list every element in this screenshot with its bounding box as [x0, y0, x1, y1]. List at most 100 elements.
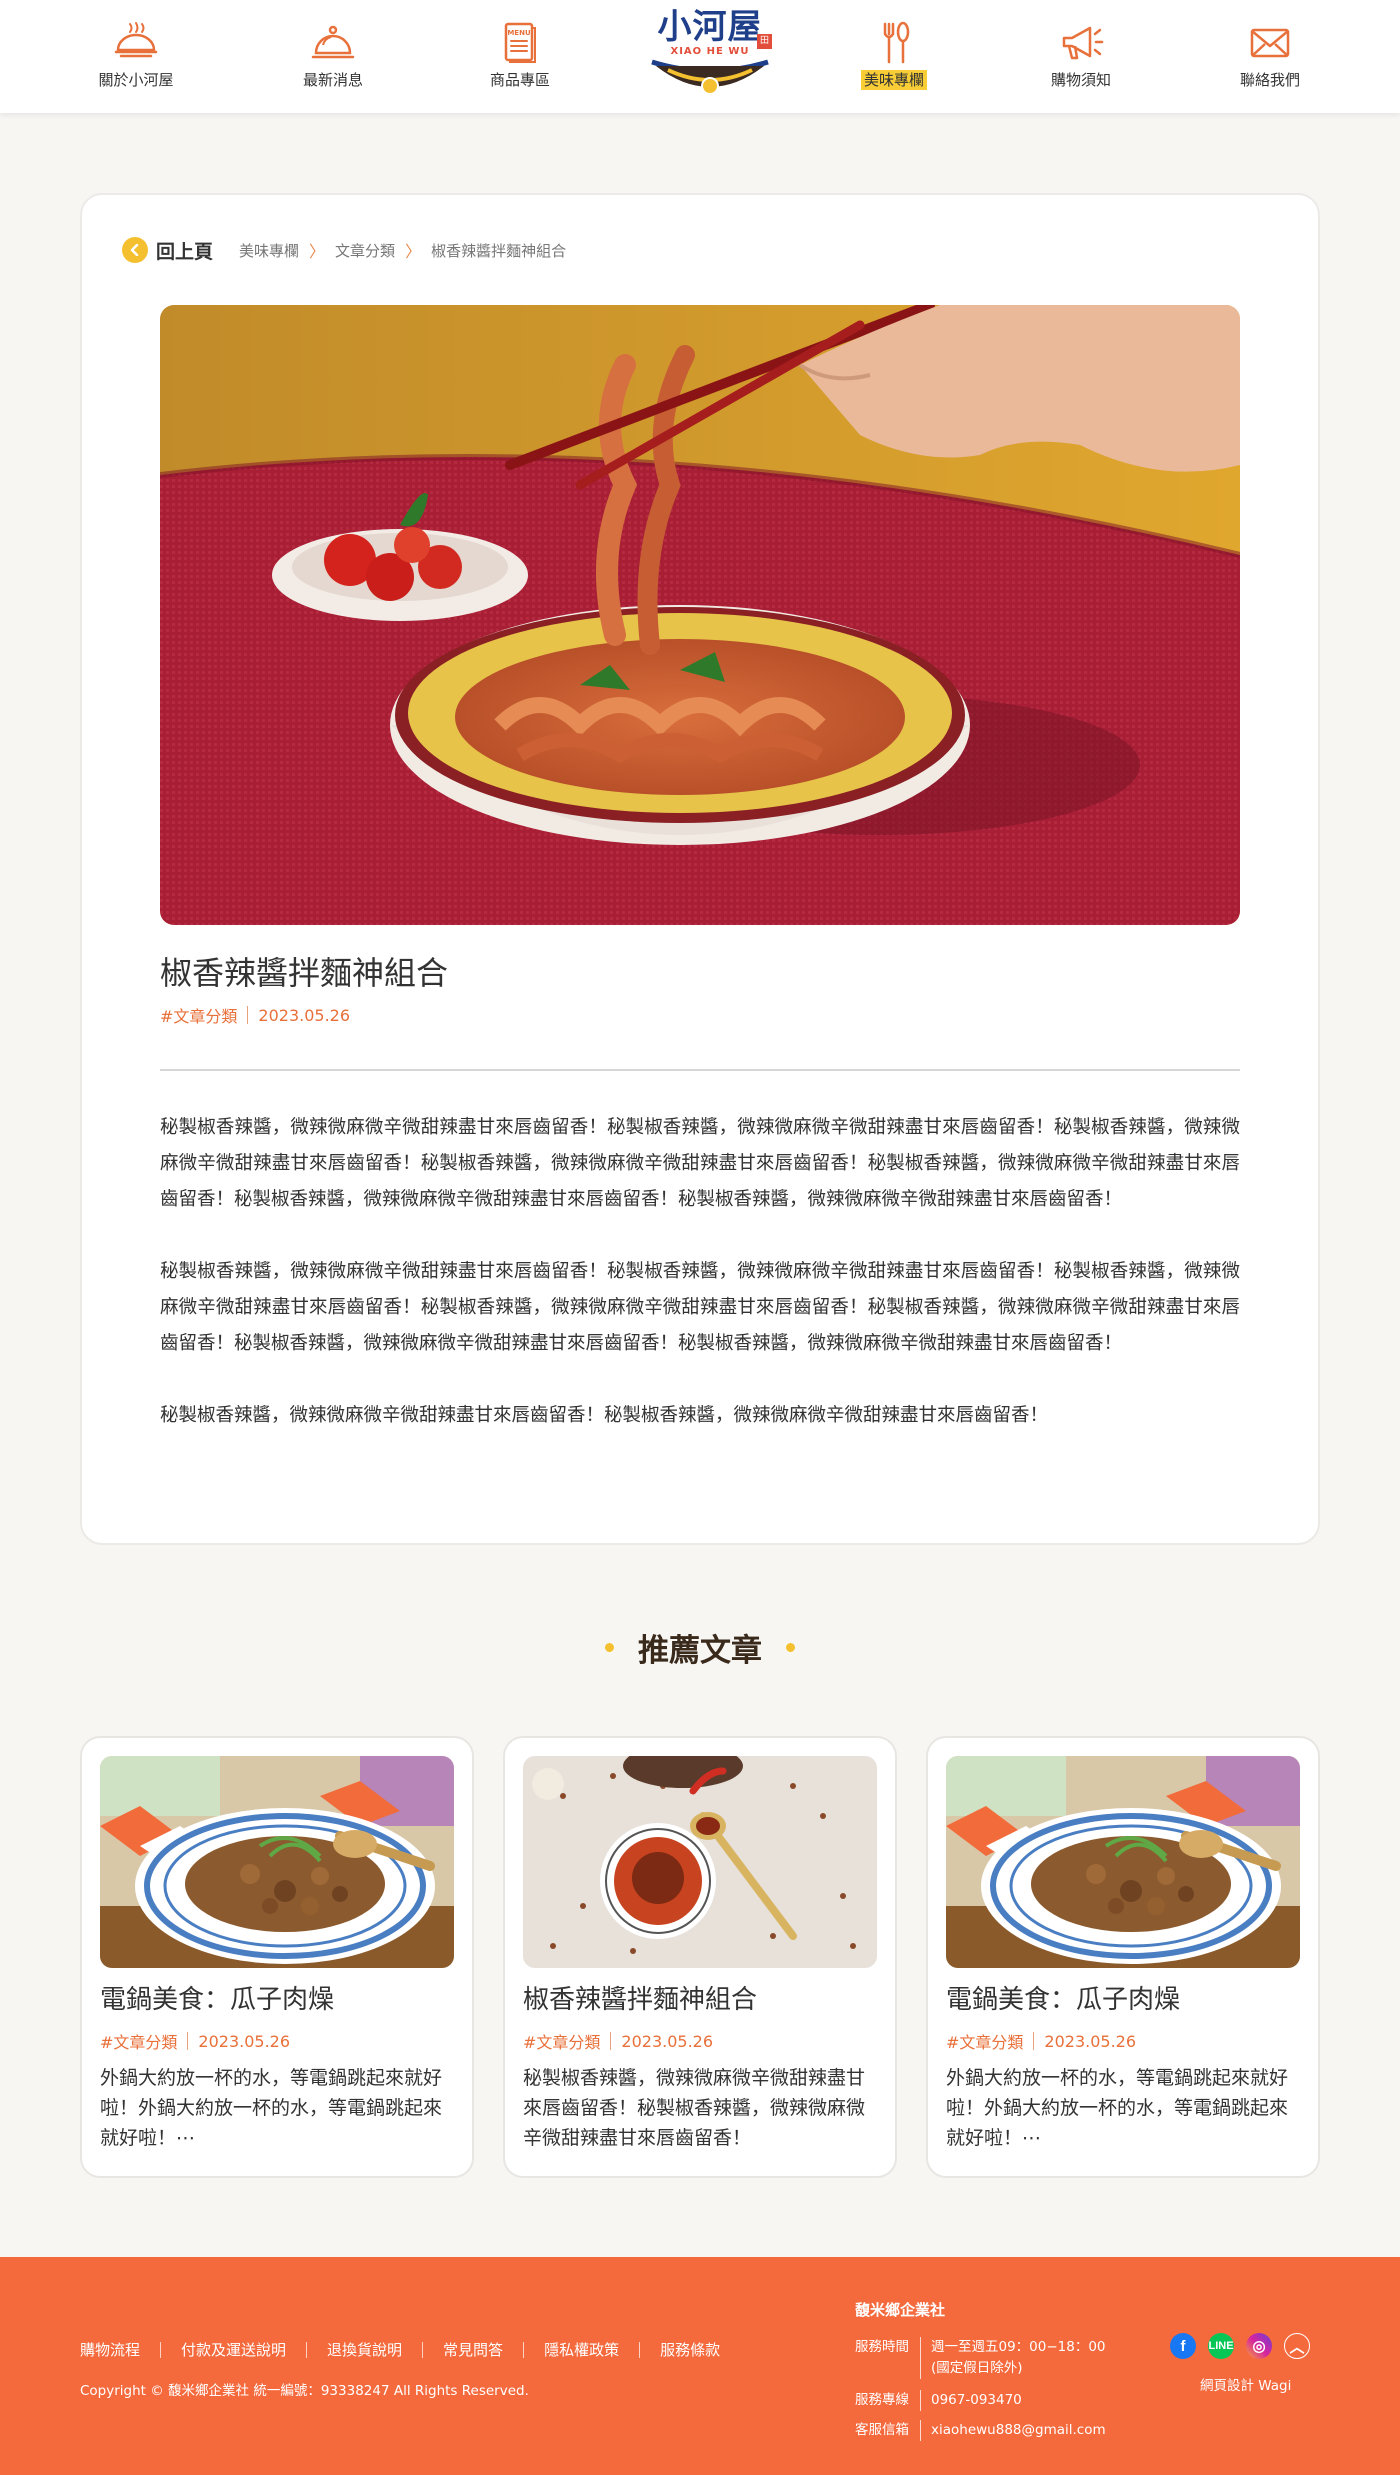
nav-label-contact: 聯絡我們 [1239, 71, 1300, 89]
recommended-card-title: 電鍋美食：瓜子肉燥 [100, 1985, 335, 2015]
article-meta: #文章分類 2023.05.26 [160, 1003, 350, 1027]
nav-label-columns: 美味專欄 [860, 70, 927, 90]
site-logo[interactable]: 小河屋 田 XIAO HE WU [645, 8, 775, 100]
nav-label-shopping-guide: 購物須知 [1050, 71, 1111, 89]
cloche-icon [311, 25, 355, 59]
recommended-card[interactable]: 電鍋美食：瓜子肉燥 #文章分類 2023.05.26 外鍋大約放一杯的水，等電鍋… [80, 1736, 474, 2178]
article-paragraph: 秘製椒香辣醬，微辣微麻微辛微甜辣盡甘來唇齒留香！秘製椒香辣醬，微辣微麻微辛微甜辣… [160, 1261, 1240, 1354]
meta-divider [1033, 2032, 1035, 2050]
footer-links: 購物流程 付款及運送說明 退換貨說明 常見問答 隱私權政策 服務條款 [80, 2339, 720, 2360]
service-hours-label: 服務時間 [855, 2337, 921, 2379]
facebook-icon[interactable]: f [1170, 2333, 1196, 2359]
design-credit: 網頁設計 Wagi [1200, 2378, 1292, 2394]
footer-link-terms[interactable]: 服務條款 [660, 2339, 720, 2360]
footer-link-payment-shipping[interactable]: 付款及運送說明 [181, 2339, 286, 2360]
dot-icon [605, 1643, 614, 1652]
service-phone-label: 服務專線 [855, 2390, 921, 2411]
nav-item-about[interactable]: 關於小河屋 [56, 20, 216, 100]
article-title: 椒香辣醬拌麵神組合 [160, 954, 449, 992]
breadcrumb-item-current: 椒香辣醬拌麵神組合 [431, 241, 567, 260]
footer-divider [422, 2341, 424, 2358]
nav-label-about: 關於小河屋 [98, 71, 174, 89]
recommended-card-title: 電鍋美食：瓜子肉燥 [946, 1985, 1181, 2015]
service-phone: 服務專線 0967-093470 [855, 2390, 1022, 2411]
service-email: 客服信箱 xiaohewu888@gmail.com [855, 2420, 1106, 2441]
recommended-card-excerpt: 秘製椒香辣醬，微辣微麻微辛微甜辣盡甘來唇齒留香！秘製椒香辣醬，微辣微麻微辛微甜辣… [523, 2067, 866, 2149]
article-paragraph: 秘製椒香辣醬，微辣微麻微辛微甜辣盡甘來唇齒留香！秘製椒香辣醬，微辣微麻微辛微甜辣… [160, 1117, 1240, 1210]
recommended-card-image [946, 1756, 1300, 1968]
article-body: 秘製椒香辣醬，微辣微麻微辛微甜辣盡甘來唇齒留香！秘製椒香辣醬，微辣微麻微辛微甜辣… [160, 1110, 1240, 1470]
dot-icon [786, 1643, 795, 1652]
nav-label-products: 商品專區 [489, 71, 550, 89]
nav-item-news[interactable]: 最新消息 [253, 20, 413, 100]
meta-divider [187, 2032, 189, 2050]
nav-label-news: 最新消息 [302, 71, 363, 89]
menu-book-icon: MENU [504, 22, 536, 63]
recommended-card-category[interactable]: #文章分類 [523, 2029, 600, 2053]
social-links: f LINE ◎ ︿ [1170, 2333, 1322, 2359]
service-email-value[interactable]: xiaohewu888@gmail.com [931, 2420, 1106, 2441]
envelope-icon [1250, 28, 1290, 58]
recommended-title: 推薦文章 [638, 1633, 762, 1669]
logo-tag: 田 [757, 34, 772, 49]
company-name: 馥米鄉企業社 [855, 2301, 946, 2319]
footer-divider [639, 2341, 641, 2358]
recommended-card-category[interactable]: #文章分類 [946, 2029, 1023, 2053]
svg-text:MENU: MENU [507, 29, 531, 37]
back-to-top-icon[interactable]: ︿ [1284, 2333, 1310, 2359]
article-date: 2023.05.26 [258, 1005, 351, 1025]
instagram-icon[interactable]: ◎ [1246, 2333, 1272, 2359]
service-hours-value: 週一至週五09：00−18：00 [931, 2339, 1106, 2355]
nav-item-contact[interactable]: 聯絡我們 [1190, 20, 1350, 100]
logo-subtitle: XIAO HE WU [670, 46, 750, 57]
footer-link-shopping-process[interactable]: 購物流程 [80, 2339, 140, 2360]
breadcrumb-item-columns[interactable]: 美味專欄 [239, 240, 299, 261]
article-card: 回上頁 美味專欄 〉 文章分類 〉 椒香辣醬拌麵神組合 椒香辣醬拌麵神組合 #文… [80, 193, 1320, 1545]
meta-divider [610, 2032, 612, 2050]
article-hero-image [160, 305, 1240, 925]
recommended-card-excerpt: 外鍋大約放一杯的水，等電鍋跳起來就好啦！外鍋大約放一杯的水，等電鍋跳起來就好啦！… [100, 2067, 443, 2149]
service-phone-value[interactable]: 0967-093470 [931, 2390, 1022, 2411]
footer-link-returns[interactable]: 退換貨說明 [327, 2339, 402, 2360]
nav-item-shopping-guide[interactable]: 購物須知 [1001, 20, 1161, 100]
service-email-label: 客服信箱 [855, 2420, 921, 2441]
footer-divider [160, 2341, 162, 2358]
recommended-card-image [100, 1756, 454, 1968]
recommended-card-title: 椒香辣醬拌麵神組合 [523, 1985, 758, 2015]
back-button[interactable]: 回上頁 [122, 237, 213, 264]
recommended-card-meta: #文章分類 2023.05.26 [100, 2029, 290, 2053]
chevron-right-icon: 〉 [309, 242, 326, 261]
recommended-card-image [523, 1756, 877, 1968]
recommended-card-date: 2023.05.26 [1044, 2031, 1137, 2051]
article-paragraph: 秘製椒香辣醬，微辣微麻微辛微甜辣盡甘來唇齒留香！秘製椒香辣醬，微辣微麻微辛微甜辣… [160, 1405, 1049, 1426]
chevron-right-icon: 〉 [405, 242, 422, 261]
site-footer: 購物流程 付款及運送說明 退換貨說明 常見問答 隱私權政策 服務條款 Copyr… [0, 2257, 1400, 2475]
recommended-card-date: 2023.05.26 [198, 2031, 291, 2051]
recommended-card[interactable]: 電鍋美食：瓜子肉燥 #文章分類 2023.05.26 外鍋大約放一杯的水，等電鍋… [926, 1736, 1320, 2178]
meta-divider [247, 1006, 249, 1024]
steaming-bowl-icon [114, 22, 158, 58]
footer-link-faq[interactable]: 常見問答 [443, 2339, 503, 2360]
line-icon[interactable]: LINE [1208, 2333, 1234, 2359]
article-divider [160, 1069, 1240, 1071]
back-label: 回上頁 [156, 240, 214, 263]
copyright-text: Copyright © 馥米鄉企業社 統一編號：93338247 All Rig… [80, 2383, 529, 2399]
logo-title: 小河屋 [657, 7, 763, 47]
recommended-card-date: 2023.05.26 [621, 2031, 714, 2051]
article-category-tag[interactable]: #文章分類 [160, 1003, 237, 1027]
footer-divider [523, 2341, 525, 2358]
logo-bowl-emblem [651, 59, 769, 95]
recommended-card-meta: #文章分類 2023.05.26 [946, 2029, 1136, 2053]
nav-item-columns[interactable]: 美味專欄 [814, 20, 974, 100]
footer-divider [306, 2341, 308, 2358]
breadcrumb-item-category[interactable]: 文章分類 [335, 240, 395, 261]
fork-spoon-icon [883, 21, 910, 64]
recommended-heading: 推薦文章 [0, 1625, 1400, 1670]
nav-item-products[interactable]: MENU 商品專區 [440, 20, 600, 100]
recommended-card-meta: #文章分類 2023.05.26 [523, 2029, 713, 2053]
footer-link-privacy[interactable]: 隱私權政策 [544, 2339, 619, 2360]
recommended-card-category[interactable]: #文章分類 [100, 2029, 177, 2053]
breadcrumb: 回上頁 美味專欄 〉 文章分類 〉 椒香辣醬拌麵神組合 [122, 235, 566, 265]
recommended-card[interactable]: 椒香辣醬拌麵神組合 #文章分類 2023.05.26 秘製椒香辣醬，微辣微麻微辛… [503, 1736, 897, 2178]
chevron-left-icon [122, 237, 148, 263]
